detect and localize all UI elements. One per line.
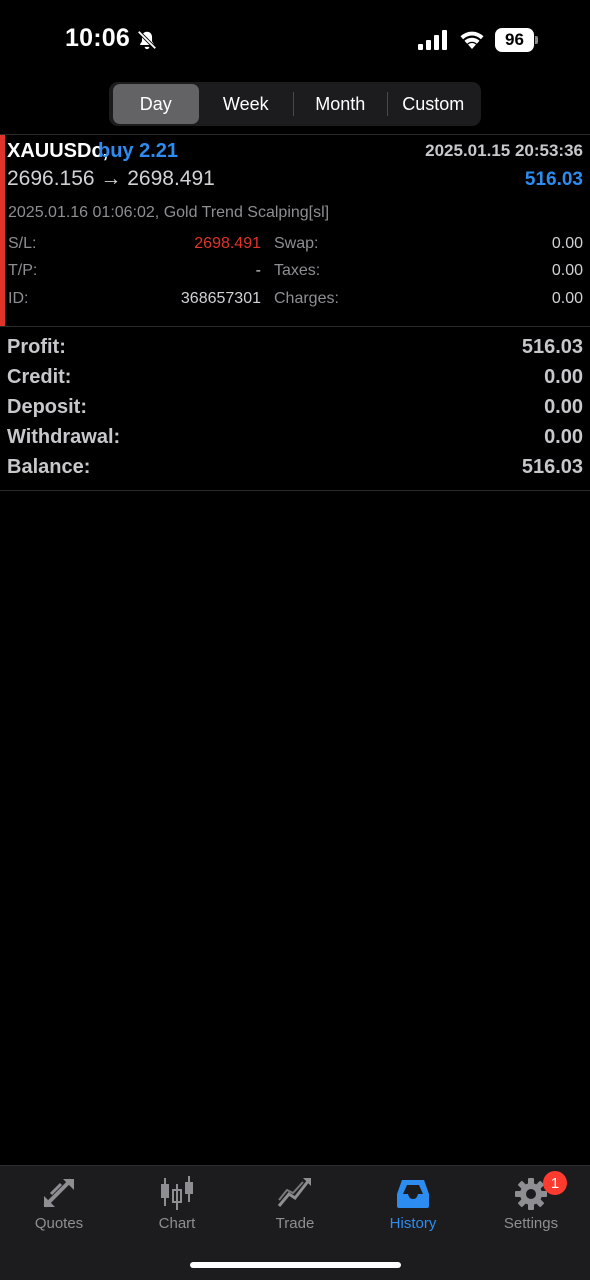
tp-label: T/P: (8, 262, 38, 279)
tab-label: History (389, 1215, 437, 1232)
charges-value: 0.00 (551, 290, 583, 307)
summary-value: 516.03 (521, 336, 583, 358)
deal-type: buy 2.21 (98, 140, 179, 162)
status-bar: 10:06 96 (0, 0, 590, 80)
swap-label: Swap: (274, 235, 319, 252)
deal-close-info: 2025.01.16 01:06:02, Gold Trend Scalping… (8, 204, 330, 221)
tab-custom[interactable]: Custom (388, 84, 480, 124)
tab-month[interactable]: Month (294, 84, 387, 124)
sl-value: 2698.491 (194, 235, 261, 252)
charges-label: Charges: (274, 290, 339, 307)
deal-profit: 516.03 (524, 169, 583, 190)
summary-label: Profit: (7, 336, 66, 358)
summary-row-credit: Credit: 0.00 (0, 366, 590, 396)
deal-prices: 2696.156 → 2698.491 (7, 167, 215, 190)
taxes-label: Taxes: (274, 262, 321, 279)
battery-icon: 96 (495, 28, 539, 52)
id-value: 368657301 (180, 290, 261, 307)
tab-label: Settings (503, 1215, 559, 1232)
inbox-tray-icon (397, 1180, 429, 1208)
summary-row-balance: Balance: 516.03 (0, 456, 590, 486)
battery-tip (535, 36, 538, 44)
quotes-arrows-icon (43, 1178, 74, 1208)
wifi-icon (460, 31, 484, 49)
summary-value: 0.00 (544, 396, 583, 418)
taxes-value: 0.00 (551, 262, 583, 279)
deal-direction-bar (0, 135, 5, 326)
home-indicator[interactable] (190, 1262, 401, 1268)
summary-section: Profit: 516.03 Credit: 0.00 Deposit: 0.0… (0, 336, 590, 486)
tab-chart[interactable]: Chart (118, 1166, 236, 1238)
summary-value: 0.00 (544, 366, 583, 388)
period-segmented-control: Day Week Month Custom (109, 82, 481, 126)
tab-trade[interactable]: Trade (236, 1166, 354, 1238)
tab-week[interactable]: Week (199, 84, 293, 124)
summary-row-profit: Profit: 516.03 (0, 336, 590, 366)
status-time: 10:06 (65, 24, 130, 52)
divider (0, 326, 590, 327)
summary-row-withdrawal: Withdrawal: 0.00 (0, 426, 590, 456)
tab-label: Chart (158, 1215, 196, 1232)
swap-value: 0.00 (551, 235, 583, 252)
summary-label: Deposit: (7, 396, 87, 418)
tp-value: - (255, 262, 261, 279)
summary-label: Credit: (7, 366, 72, 388)
notification-badge: 1 (543, 1171, 567, 1195)
trend-line-icon (277, 1178, 311, 1207)
battery-level: 96 (495, 28, 534, 52)
tab-settings[interactable]: 1 Settings (472, 1166, 590, 1238)
signal-icon (418, 30, 447, 50)
deal-open-time: 2025.01.15 20:53:36 (425, 141, 583, 160)
tab-day[interactable]: Day (113, 84, 199, 124)
tab-history[interactable]: History (354, 1166, 472, 1238)
deal-row[interactable]: XAUUSDc, buy 2.21 2025.01.15 20:53:36 26… (0, 135, 590, 326)
summary-value: 516.03 (521, 456, 583, 478)
summary-value: 0.00 (544, 426, 583, 448)
bell-slash-icon (137, 30, 157, 50)
summary-label: Withdrawal: (7, 426, 121, 448)
sl-label: S/L: (8, 235, 37, 252)
deal-symbol: XAUUSDc, (7, 140, 109, 162)
id-label: ID: (8, 290, 29, 307)
tab-label: Quotes (34, 1215, 84, 1232)
candlestick-chart-icon (161, 1176, 193, 1210)
history-screen: 10:06 96 Day Week Month Custom XAUUSDc, … (0, 0, 590, 1280)
summary-row-deposit: Deposit: 0.00 (0, 396, 590, 426)
tab-label: Trade (275, 1215, 315, 1232)
divider (0, 490, 590, 491)
tab-quotes[interactable]: Quotes (0, 1166, 118, 1238)
summary-label: Balance: (7, 456, 91, 478)
